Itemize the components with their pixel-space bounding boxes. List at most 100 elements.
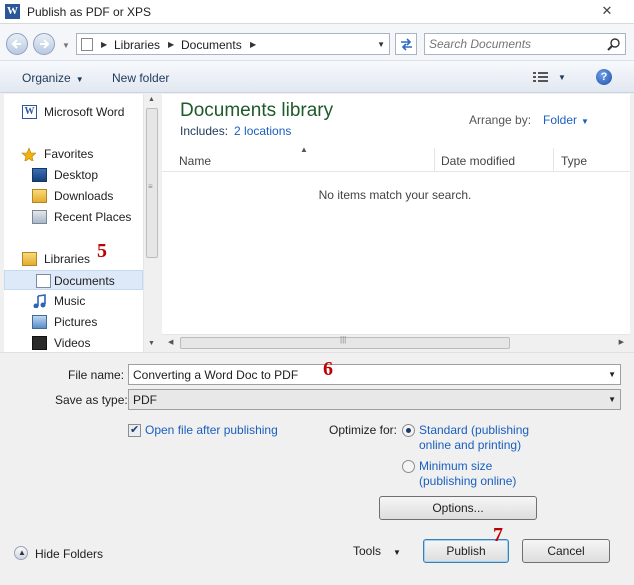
arrange-by-dropdown[interactable]: Folder ▼ <box>543 113 589 127</box>
optimize-minimum-radio[interactable] <box>402 460 415 473</box>
search-box[interactable] <box>424 33 626 55</box>
scroll-left-icon[interactable]: ◀ <box>168 338 173 346</box>
nav-item-microsoft-word[interactable]: W Microsoft Word <box>18 102 143 122</box>
close-icon[interactable]: ✕ <box>590 2 624 20</box>
refresh-icon <box>401 38 412 51</box>
arrange-by-label: Arrange by: <box>469 113 532 127</box>
document-icon <box>36 274 51 288</box>
address-bar[interactable]: ▶ Libraries ▶ Documents ▶ ▼ <box>76 33 390 55</box>
optimize-standard-radio[interactable] <box>402 424 415 437</box>
pictures-icon <box>32 315 47 329</box>
optimize-for-label: Optimize for: <box>329 423 398 437</box>
column-type[interactable]: Type <box>561 154 587 168</box>
desktop-icon <box>32 168 47 182</box>
chevron-down-icon: ▼ <box>608 395 616 404</box>
options-button[interactable]: Options... <box>379 496 537 520</box>
nav-item-label: Pictures <box>54 315 98 329</box>
nav-item-label: Recent Places <box>54 210 132 224</box>
nav-item-recent-places[interactable]: Recent Places <box>28 207 158 227</box>
column-header-row: ▲ Name Date modified Type <box>162 145 630 172</box>
optimize-standard-line2: online and printing) <box>419 438 522 452</box>
nav-item-favorites[interactable]: Favorites <box>18 144 158 164</box>
file-name-field[interactable]: ▼ <box>128 364 621 385</box>
optimize-minimum-label[interactable]: Minimum size (publishing online) <box>419 459 516 489</box>
file-name-dropdown-icon[interactable]: ▼ <box>608 370 616 379</box>
nav-item-label: Microsoft Word <box>44 105 125 119</box>
organize-menu[interactable]: Organize ▼ <box>22 71 84 85</box>
column-divider[interactable] <box>434 148 435 171</box>
nav-item-pictures[interactable]: Pictures <box>28 312 158 332</box>
nav-item-label: Documents <box>54 274 115 288</box>
word-icon: W <box>22 105 37 119</box>
nav-item-documents[interactable]: Documents <box>4 270 143 290</box>
library-title: Documents library <box>180 100 334 121</box>
help-icon[interactable]: ? <box>596 69 612 85</box>
scroll-down-icon[interactable]: ▼ <box>148 340 155 347</box>
chevron-down-icon: ▼ <box>393 548 401 557</box>
title-bar: W Publish as PDF or XPS ✕ <box>0 0 634 24</box>
change-view-icon[interactable] <box>533 71 549 83</box>
step-annotation-5: 5 <box>97 240 107 262</box>
optimize-minimum-line1: Minimum size <box>419 459 493 473</box>
breadcrumb-separator-icon[interactable]: ▶ <box>168 38 174 52</box>
radio-selected-dot <box>406 428 411 433</box>
includes-label: Includes: <box>180 124 229 138</box>
cancel-button[interactable]: Cancel <box>522 539 610 563</box>
optimize-standard-label[interactable]: Standard (publishing online and printing… <box>419 423 529 453</box>
scroll-right-icon[interactable]: ▶ <box>619 338 624 346</box>
save-options-panel: File name: ▼ 6 Save as type: PDF ▼ ✔ Ope… <box>0 352 634 585</box>
optimize-standard-line1: Standard (publishing <box>419 423 530 437</box>
scroll-grip-icon: ≡ <box>148 182 153 191</box>
open-after-publishing-label[interactable]: Open file after publishing <box>145 423 278 438</box>
tools-menu[interactable]: Tools ▼ <box>353 544 401 558</box>
hide-folders-label: Hide Folders <box>35 547 104 561</box>
libraries-icon <box>22 252 37 266</box>
nav-item-music[interactable]: Music <box>28 291 158 311</box>
nav-item-label: Music <box>54 294 86 308</box>
column-divider[interactable] <box>553 148 554 171</box>
optimize-minimum-line2: (publishing online) <box>419 474 517 488</box>
history-dropdown-icon[interactable]: ▼ <box>62 41 70 50</box>
nav-item-label: Libraries <box>44 252 91 266</box>
breadcrumb-separator-icon[interactable]: ▶ <box>101 38 107 52</box>
nav-item-downloads[interactable]: Downloads <box>28 186 158 206</box>
save-as-type-select[interactable]: PDF ▼ <box>128 389 621 410</box>
search-input[interactable] <box>429 36 599 52</box>
back-arrow-icon <box>11 39 21 49</box>
arrange-by-value: Folder <box>543 113 578 127</box>
nav-item-desktop[interactable]: Desktop <box>28 165 158 185</box>
search-icon[interactable] <box>607 37 621 51</box>
scroll-grip-icon: ||| <box>340 335 347 344</box>
star-icon <box>21 147 36 161</box>
nav-item-libraries[interactable]: Libraries <box>18 249 158 269</box>
forward-button[interactable] <box>33 33 55 55</box>
breadcrumb-libraries[interactable]: Libraries <box>114 38 160 52</box>
video-film-icon <box>32 336 47 350</box>
view-dropdown-icon[interactable]: ▼ <box>558 73 566 82</box>
scroll-up-icon[interactable]: ▲ <box>148 96 155 103</box>
empty-list-message: No items match your search. <box>318 188 472 202</box>
breadcrumb-separator-icon[interactable]: ▶ <box>250 38 256 52</box>
address-dropdown-icon[interactable]: ▼ <box>377 40 385 49</box>
step-annotation-6: 6 <box>323 358 333 380</box>
breadcrumb-documents[interactable]: Documents <box>181 38 242 52</box>
column-date-modified[interactable]: Date modified <box>441 154 515 168</box>
address-row: ▼ ▶ Libraries ▶ Documents ▶ ▼ <box>0 24 634 60</box>
music-note-icon <box>33 294 46 308</box>
new-folder-button[interactable]: New folder <box>112 71 169 85</box>
nav-item-label: Videos <box>54 336 91 350</box>
file-list-pane: Documents library Includes: 2 locations A… <box>162 94 630 350</box>
downloads-folder-icon <box>32 189 47 203</box>
navigation-scrollbar[interactable]: ▲ ≡ ▼ <box>143 94 160 352</box>
open-after-publishing-checkbox[interactable]: ✔ <box>128 424 141 437</box>
back-button[interactable] <box>6 33 28 55</box>
horizontal-scrollbar[interactable]: ◀ ||| ▶ <box>162 334 630 351</box>
refresh-button[interactable] <box>395 33 417 55</box>
includes-locations-link[interactable]: 2 locations <box>234 124 291 138</box>
nav-item-videos[interactable]: Videos <box>28 333 158 352</box>
column-name[interactable]: Name <box>179 154 211 168</box>
forward-arrow-icon <box>40 39 50 49</box>
save-as-type-label: Save as type: <box>55 393 128 407</box>
file-name-input[interactable] <box>133 367 593 382</box>
file-name-label: File name: <box>68 368 125 382</box>
